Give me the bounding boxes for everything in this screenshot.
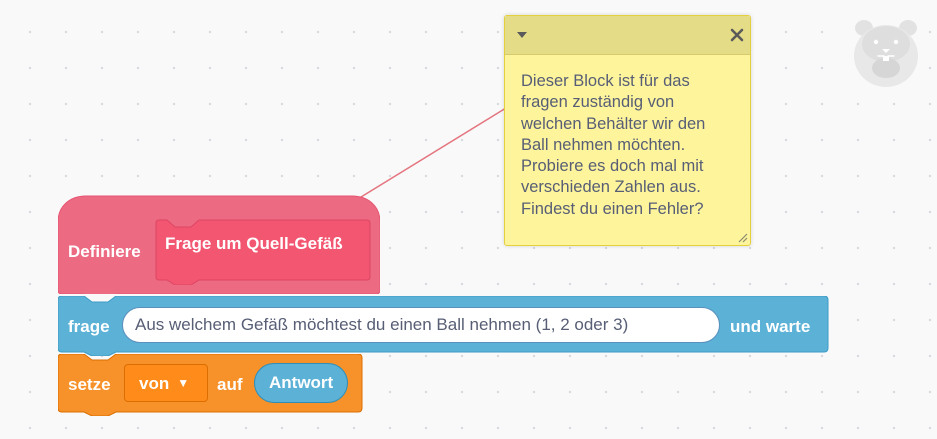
block-comment[interactable]: Dieser Block ist für das fragen zuständi… [504, 15, 751, 246]
variable-dropdown[interactable]: von ▼ [124, 364, 208, 402]
set-label: setze [68, 375, 111, 394]
variable-dropdown-value: von [139, 374, 170, 393]
comment-header[interactable] [505, 16, 750, 55]
ask-and-wait-block[interactable]: frage Aus welchem Gefäß möchtest du eine… [58, 296, 830, 356]
comment-text[interactable]: Dieser Block ist für das fragen zuständi… [521, 71, 743, 220]
triangle-down-icon[interactable] [515, 28, 529, 42]
dropdown-caret-icon: ▼ [177, 376, 190, 390]
hamster-sprite-icon [854, 20, 918, 87]
define-block[interactable]: Definiere Frage um Quell-Gefäß [58, 194, 380, 294]
to-label: auf [217, 375, 243, 394]
set-variable-block[interactable]: setze von ▼ auf Antwort [58, 354, 364, 416]
define-prototype[interactable]: Frage um Quell-Gefäß [155, 219, 371, 285]
prototype-label: Frage um Quell-Gefäß [165, 234, 343, 253]
define-label: Definiere [68, 242, 141, 261]
code-workspace[interactable]: Definiere Frage um Quell-Gefäß frage Aus… [0, 0, 937, 439]
and-wait-label: und warte [730, 317, 811, 336]
resize-handle-icon[interactable] [736, 231, 748, 243]
ask-label: frage [68, 317, 110, 336]
close-icon[interactable] [729, 27, 745, 43]
answer-reporter[interactable]: Antwort [254, 363, 349, 403]
question-input[interactable]: Aus welchem Gefäß möchtest du einen Ball… [122, 307, 720, 343]
